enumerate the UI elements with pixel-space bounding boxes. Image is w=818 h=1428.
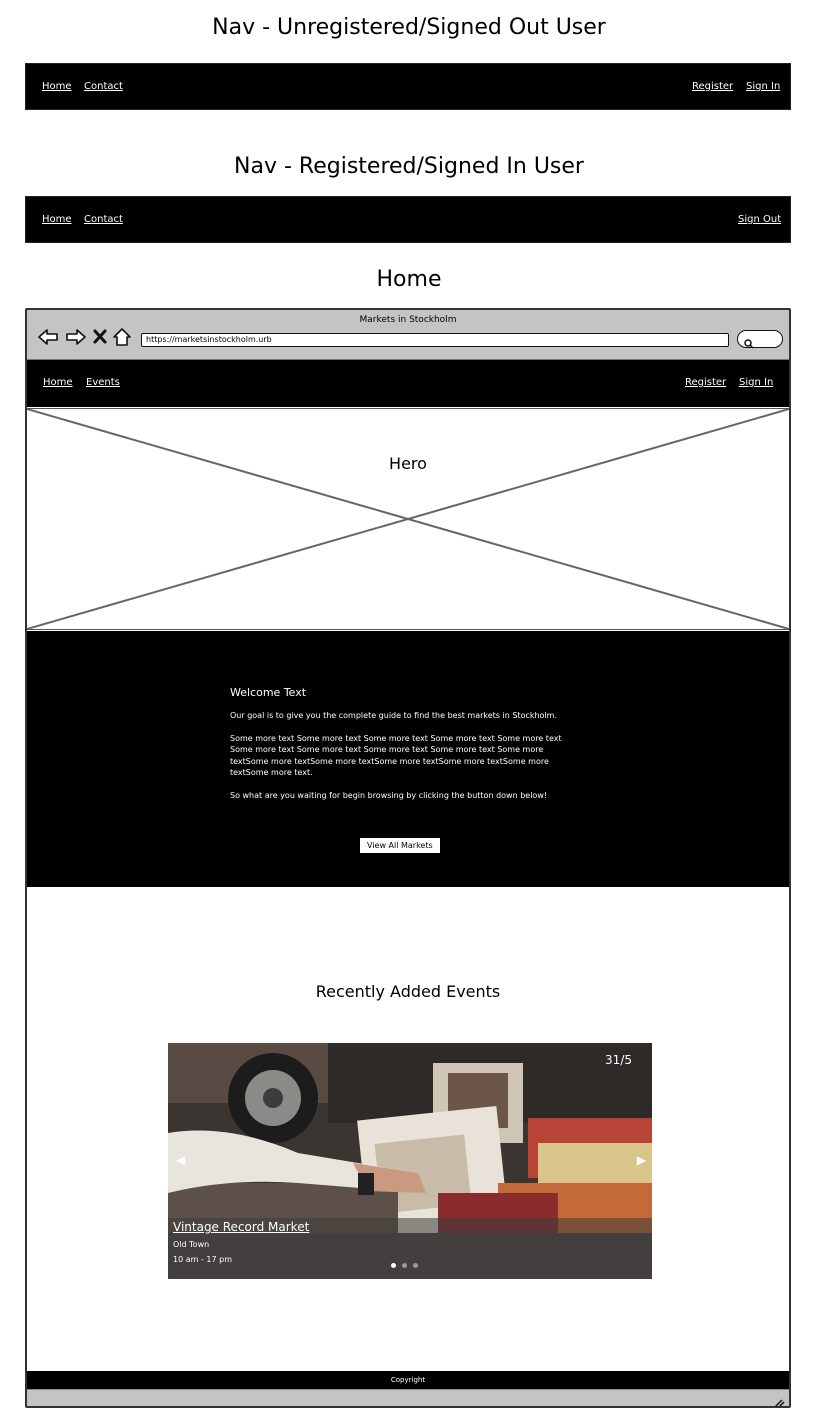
carousel-dot[interactable] xyxy=(402,1263,407,1268)
site-nav-events-link[interactable]: Events xyxy=(86,377,120,388)
hero-label: Hero xyxy=(389,454,427,473)
view-all-markets-button[interactable]: View All Markets xyxy=(360,838,440,853)
carousel-dot[interactable] xyxy=(391,1263,396,1268)
welcome-section: Welcome Text Our goal is to give you the… xyxy=(27,631,789,887)
home-icon[interactable] xyxy=(113,327,131,347)
site-navbar: Home Events Register Sign In xyxy=(27,360,789,407)
event-name-link[interactable]: Vintage Record Market xyxy=(173,1220,309,1234)
welcome-paragraph: Our goal is to give you the complete gui… xyxy=(230,711,558,720)
carousel-indicators xyxy=(391,1263,418,1268)
nav-home-link[interactable]: Home xyxy=(42,214,72,225)
welcome-paragraph: So what are you waiting for begin browsi… xyxy=(230,790,548,800)
home-title: Home xyxy=(376,267,442,292)
event-location: Old Town xyxy=(173,1240,210,1249)
events-carousel: 31/5 ◀ ▶ Vintage Record Market Old Town … xyxy=(168,1043,652,1279)
event-date: 31/5 xyxy=(605,1053,632,1067)
carousel-prev-icon[interactable]: ◀ xyxy=(176,1153,185,1167)
site-nav-sign-in-link[interactable]: Sign In xyxy=(739,377,773,388)
back-arrow-icon[interactable] xyxy=(37,327,59,347)
site-nav-register-link[interactable]: Register xyxy=(685,377,726,388)
browser-status-bar xyxy=(27,1389,789,1406)
nav-contact-link[interactable]: Contact xyxy=(84,214,123,225)
browser-window: Markets in Stockholm https://marketsinst… xyxy=(25,308,791,1408)
carousel-dot[interactable] xyxy=(413,1263,418,1268)
stop-icon[interactable] xyxy=(93,327,107,347)
nav-sign-in-link[interactable]: Sign In xyxy=(746,81,780,92)
signed-out-nav-title: Nav - Unregistered/Signed Out User xyxy=(212,15,606,40)
site-nav-home-link[interactable]: Home xyxy=(43,377,73,388)
browser-search-box[interactable] xyxy=(737,330,783,349)
signed-out-navbar: Home Contact Register Sign In xyxy=(25,63,791,110)
signed-in-navbar: Home Contact Sign Out xyxy=(25,196,791,243)
event-time: 10 am - 17 pm xyxy=(173,1255,232,1264)
resize-handle-icon[interactable] xyxy=(773,1393,785,1406)
browser-title: Markets in Stockholm xyxy=(359,315,457,325)
welcome-paragraph: Some more text Some more text Some more … xyxy=(230,733,562,778)
nav-register-link[interactable]: Register xyxy=(692,81,733,92)
browser-toolbar: Markets in Stockholm https://marketsinst… xyxy=(27,310,789,360)
copyright-text: Copyright xyxy=(390,1376,426,1384)
signed-in-nav-title: Nav - Registered/Signed In User xyxy=(234,154,584,179)
recent-events-title: Recently Added Events xyxy=(315,982,501,1001)
forward-arrow-icon[interactable] xyxy=(65,327,87,347)
nav-home-link[interactable]: Home xyxy=(42,81,72,92)
footer: Copyright xyxy=(27,1371,789,1389)
search-icon xyxy=(744,334,754,353)
nav-sign-out-link[interactable]: Sign Out xyxy=(738,214,781,225)
welcome-heading: Welcome Text xyxy=(230,686,307,699)
url-bar[interactable]: https://marketsinstockholm.urb xyxy=(141,333,729,347)
nav-contact-link[interactable]: Contact xyxy=(84,81,123,92)
carousel-next-icon[interactable]: ▶ xyxy=(637,1153,646,1167)
hero-placeholder: Hero xyxy=(27,408,789,630)
